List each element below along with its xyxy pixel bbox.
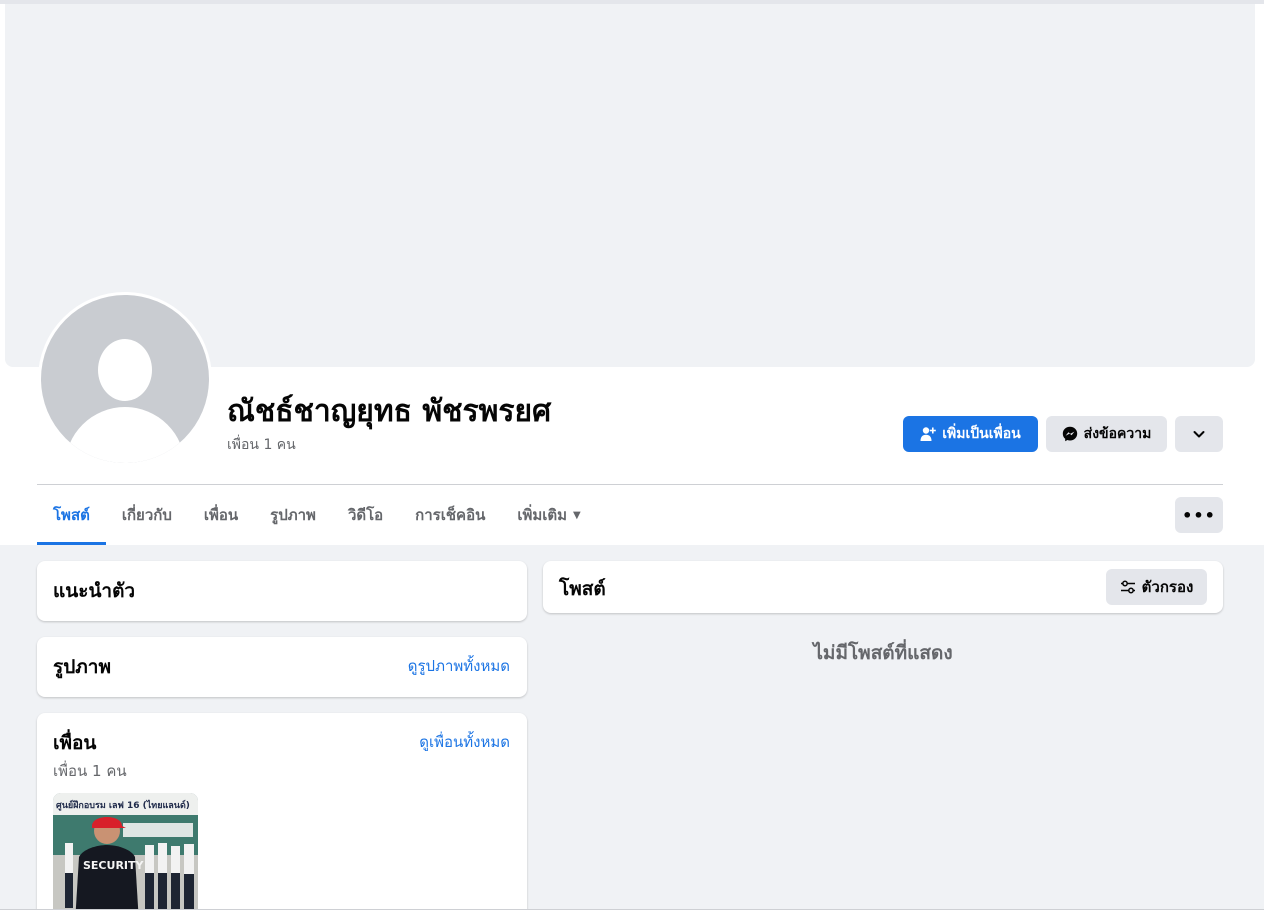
intro-card: แนะนำตัว xyxy=(37,561,527,621)
filter-icon xyxy=(1120,580,1135,594)
see-all-friends-link[interactable]: ดูเพื่อนทั้งหมด xyxy=(419,730,510,754)
add-friend-button[interactable]: เพิ่มเป็นเพื่อน xyxy=(903,416,1038,452)
tab-photos[interactable]: รูปภาพ xyxy=(254,485,332,545)
tab-about[interactable]: เกี่ยวกับ xyxy=(106,485,188,545)
more-actions-button[interactable] xyxy=(1175,416,1223,452)
cover-photo[interactable] xyxy=(5,4,1255,367)
caret-down-icon: ▼ xyxy=(573,509,581,521)
no-posts-message: ไม่มีโพสต์ที่แสดง xyxy=(813,642,953,664)
friend-photo-image: ศูนย์ฝึกอบรม เลฟ 16 (ไทยแลนด์) SECURITY xyxy=(53,793,198,910)
send-message-label: ส่งข้อความ xyxy=(1083,426,1152,442)
ellipsis-icon: ••• xyxy=(1182,505,1216,525)
friends-title[interactable]: เพื่อน xyxy=(53,728,96,758)
add-friend-icon xyxy=(920,427,937,441)
friends-card: เพื่อน ดูเพื่อนทั้งหมด เพื่อน 1 คน ศูนย์… xyxy=(37,713,527,910)
profile-name: ณัชธ์ชาญยุทธ พัชรพรยศ xyxy=(227,394,552,429)
profile-tabs: โพสต์ เกี่ยวกับ เพื่อน รูปภาพ วิดีโอ การ… xyxy=(37,485,597,545)
tab-videos[interactable]: วิดีโอ xyxy=(332,485,399,545)
avatar-head-shape xyxy=(98,339,152,401)
more-options-button[interactable]: ••• xyxy=(1175,497,1223,533)
send-message-button[interactable]: ส่งข้อความ xyxy=(1046,416,1167,452)
avatar-body-shape xyxy=(65,407,185,463)
tab-label: เกี่ยวกับ xyxy=(121,506,172,524)
avatar[interactable] xyxy=(41,295,209,463)
tab-label: การเช็คอิน xyxy=(415,506,486,524)
photos-title[interactable]: รูปภาพ xyxy=(53,652,111,682)
friends-count: เพื่อน 1 คน xyxy=(53,762,127,780)
posts-title: โพสต์ xyxy=(559,578,606,600)
tab-more[interactable]: เพิ่มเติม ▼ xyxy=(501,485,596,545)
tab-label: โพสต์ xyxy=(53,506,90,524)
messenger-icon xyxy=(1062,426,1077,442)
tab-label: เพื่อน xyxy=(203,506,239,524)
photo-sign-text: ศูนย์ฝึกอบรม เลฟ 16 (ไทยแลนด์) xyxy=(56,799,190,811)
tab-label: เพิ่มเติม xyxy=(517,506,568,524)
tab-friends[interactable]: เพื่อน xyxy=(188,485,254,545)
filter-label: ตัวกรอง xyxy=(1141,578,1194,596)
tab-label: รูปภาพ xyxy=(270,506,316,524)
tab-posts[interactable]: โพสต์ xyxy=(37,485,106,545)
tab-label: วิดีโอ xyxy=(347,506,384,524)
add-friend-label: เพิ่มเป็นเพื่อน xyxy=(942,426,1021,442)
friend-photo[interactable]: ศูนย์ฝึกอบรม เลฟ 16 (ไทยแลนด์) SECURITY xyxy=(53,793,198,910)
filter-button[interactable]: ตัวกรอง xyxy=(1106,569,1207,605)
chevron-down-icon xyxy=(1193,431,1205,438)
photo-shirt-text: SECURITY xyxy=(83,859,145,872)
tab-checkins[interactable]: การเช็คอิน xyxy=(399,485,501,545)
intro-title: แนะนำตัว xyxy=(53,580,136,602)
posts-card: โพสต์ ตัวกรอง xyxy=(543,561,1223,613)
photos-card: รูปภาพ ดูรูปภาพทั้งหมด xyxy=(37,637,527,697)
friend-count[interactable]: เพื่อน 1 คน xyxy=(227,434,296,456)
see-all-photos-link[interactable]: ดูรูปภาพทั้งหมด xyxy=(408,654,510,678)
